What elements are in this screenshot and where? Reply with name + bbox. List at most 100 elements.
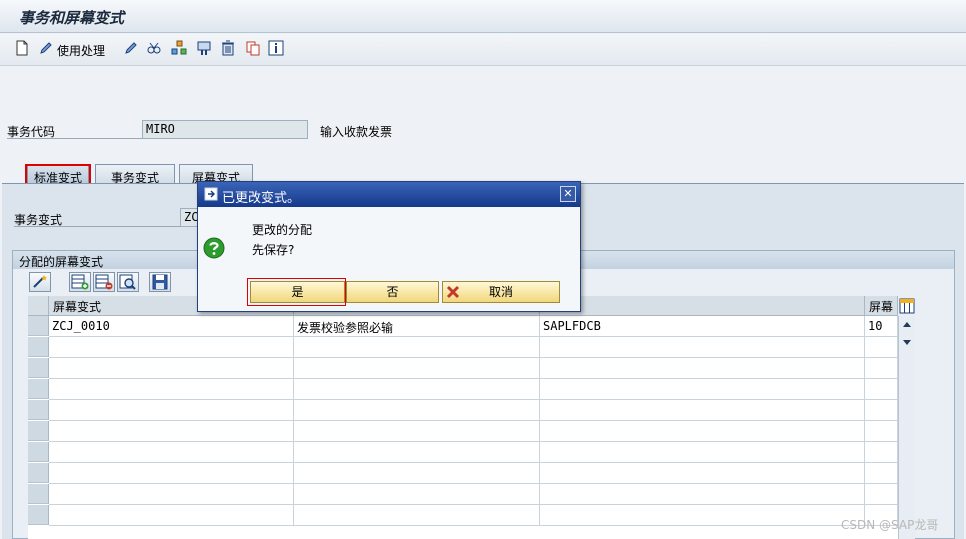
details-button[interactable] — [29, 272, 51, 292]
empty-cell[interactable] — [294, 463, 540, 484]
empty-cell[interactable] — [49, 358, 294, 379]
group-title: 分配的屏幕变式 — [19, 255, 104, 269]
delete-row-button[interactable] — [93, 272, 115, 292]
table-cell[interactable]: 发票校验参照必输 — [294, 316, 540, 337]
table-cell[interactable]: 10 — [865, 316, 898, 337]
insert-row-icon — [71, 274, 89, 290]
pencil-icon[interactable] — [38, 40, 54, 56]
hierarchy-icon[interactable] — [171, 40, 187, 56]
column-header-3[interactable] — [540, 296, 865, 316]
empty-cell[interactable] — [865, 421, 898, 442]
transport-icon[interactable] — [196, 40, 212, 56]
row-selector[interactable] — [28, 505, 49, 525]
empty-cell[interactable] — [540, 379, 865, 400]
empty-cell[interactable] — [865, 400, 898, 421]
row-selector[interactable] — [28, 463, 49, 483]
column-header-label: 屏幕 — [869, 300, 894, 314]
dialog-message-line1: 更改的分配 — [252, 223, 313, 237]
empty-cell[interactable] — [49, 505, 294, 526]
save-floppy-icon — [152, 274, 168, 290]
empty-cell[interactable] — [865, 337, 898, 358]
empty-cell[interactable] — [294, 505, 540, 526]
row-selector[interactable] — [28, 421, 49, 441]
empty-cell[interactable] — [540, 505, 865, 526]
empty-cell[interactable] — [49, 421, 294, 442]
cancel-button[interactable]: 取消 — [442, 281, 560, 303]
save-changes-dialog: 已更改变式。 ✕ 更改的分配 先保存? 是 否 取消 — [197, 181, 581, 312]
no-button-label: 否 — [386, 285, 399, 299]
empty-cell[interactable] — [49, 442, 294, 463]
find-button[interactable] — [117, 272, 139, 292]
no-button[interactable]: 否 — [346, 281, 439, 303]
tcode-label-underline — [7, 138, 142, 139]
empty-cell[interactable] — [49, 484, 294, 505]
table-cell[interactable]: SAPLFDCB — [540, 316, 865, 337]
empty-cell[interactable] — [865, 379, 898, 400]
tcode-input[interactable]: MIRO — [142, 120, 308, 139]
tcode-description: 输入收款发票 — [320, 125, 393, 139]
row-selector[interactable] — [28, 337, 49, 357]
row-selector[interactable] — [28, 316, 49, 336]
column-header-screen[interactable]: 屏幕 — [865, 296, 898, 316]
insert-row-button[interactable] — [69, 272, 91, 292]
edit-pencil-icon[interactable] — [123, 40, 139, 56]
empty-cell[interactable] — [294, 421, 540, 442]
info-icon[interactable] — [268, 40, 284, 56]
copy-icon[interactable] — [245, 40, 261, 56]
dialog-title-bar[interactable]: 已更改变式。 ✕ — [198, 182, 580, 207]
cancel-x-icon — [446, 285, 460, 299]
close-icon: ✕ — [563, 187, 573, 200]
save-button[interactable] — [149, 272, 171, 292]
scroll-up-icon[interactable] — [902, 320, 912, 328]
page-title: 事务和屏幕变式 — [19, 9, 125, 27]
title-bar: 事务和屏幕变式 — [0, 0, 966, 33]
row-selector[interactable] — [28, 400, 49, 420]
empty-cell[interactable] — [49, 337, 294, 358]
empty-cell[interactable] — [294, 442, 540, 463]
variant-label-underline — [14, 226, 180, 227]
empty-cell[interactable] — [865, 358, 898, 379]
empty-cell[interactable] — [49, 379, 294, 400]
use-handle-button[interactable]: 使用处理 — [57, 42, 105, 59]
empty-cell[interactable] — [540, 463, 865, 484]
close-button[interactable]: ✕ — [560, 186, 576, 202]
new-document-icon[interactable] — [14, 40, 30, 56]
select-all-header[interactable] — [28, 296, 49, 316]
yes-focus-frame — [247, 278, 346, 306]
delete-trash-icon[interactable] — [220, 40, 236, 56]
empty-cell[interactable] — [540, 421, 865, 442]
table-settings-icon[interactable] — [899, 298, 915, 314]
row-selector[interactable] — [28, 484, 49, 504]
scroll-down-icon[interactable] — [902, 339, 912, 347]
table-vertical-scrollbar[interactable] — [898, 316, 915, 539]
column-header-label: 屏幕变式 — [53, 300, 102, 314]
empty-cell[interactable] — [294, 400, 540, 421]
display-glasses-icon[interactable] — [146, 40, 162, 56]
empty-cell[interactable] — [49, 463, 294, 484]
table-cell[interactable]: ZCJ_0010 — [49, 316, 294, 337]
empty-cell[interactable] — [865, 484, 898, 505]
dialog-window-icon — [204, 187, 218, 201]
empty-cell[interactable] — [865, 463, 898, 484]
empty-cell[interactable] — [540, 358, 865, 379]
cancel-button-label: 取消 — [488, 285, 513, 299]
empty-cell[interactable] — [540, 400, 865, 421]
row-selector[interactable] — [28, 442, 49, 462]
empty-cell[interactable] — [294, 379, 540, 400]
empty-cell[interactable] — [540, 337, 865, 358]
find-icon — [119, 274, 136, 290]
delete-row-icon — [95, 274, 113, 290]
empty-cell[interactable] — [294, 337, 540, 358]
application-toolbar: 使用处理 — [0, 34, 966, 66]
empty-cell[interactable] — [294, 358, 540, 379]
row-selector[interactable] — [28, 379, 49, 399]
empty-cell[interactable] — [294, 484, 540, 505]
empty-cell[interactable] — [540, 484, 865, 505]
row-selector[interactable] — [28, 358, 49, 378]
watermark: CSDN @SAP龙哥 — [841, 518, 939, 532]
empty-cell[interactable] — [49, 400, 294, 421]
screen-variant-table: 屏幕变式 屏幕 ZCJ_0010 发票校验参照必输 SAPLFDCB 10 — [28, 296, 915, 539]
dialog-message-line2: 先保存? — [252, 243, 295, 257]
empty-cell[interactable] — [865, 442, 898, 463]
empty-cell[interactable] — [540, 442, 865, 463]
